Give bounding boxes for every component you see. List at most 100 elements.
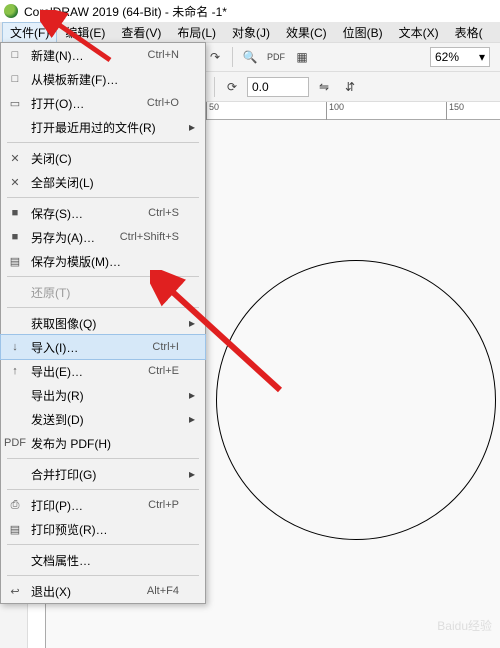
- menu-object[interactable]: 对象(J): [224, 22, 278, 43]
- separator: [232, 47, 233, 67]
- menu-item-label: 新建(N)…: [31, 47, 140, 64]
- watermark: Baidu经验: [372, 610, 492, 640]
- menu-item-icon: ▤: [7, 253, 23, 269]
- menu-item-shortcut: Ctrl+O: [147, 97, 179, 109]
- menu-item-icon: ■: [7, 229, 23, 245]
- menu-item-label: 保存(S)…: [31, 205, 140, 222]
- menu-item-label: 全部关闭(L): [31, 174, 171, 191]
- menu-item-label: 打印预览(R)…: [31, 521, 171, 538]
- redo-button[interactable]: ↷: [204, 46, 226, 68]
- grid-button[interactable]: ▦: [291, 46, 313, 68]
- menu-item-icon: ✕: [7, 174, 23, 190]
- mirror-v-icon[interactable]: ⇵: [339, 76, 361, 98]
- zoom-value: 62%: [435, 50, 459, 64]
- menu-item[interactable]: ▤ 打印预览(R)…: [1, 517, 205, 541]
- menu-item-shortcut: Ctrl+P: [148, 499, 179, 511]
- menu-item-icon: [7, 466, 23, 482]
- submenu-arrow-icon: ▸: [187, 467, 195, 481]
- menu-item[interactable]: PDF 发布为 PDF(H): [1, 431, 205, 455]
- menu-item-shortcut: Ctrl+S: [148, 207, 179, 219]
- menu-item-icon: [7, 387, 23, 403]
- menu-item-icon: [7, 284, 23, 300]
- submenu-arrow-icon: ▸: [187, 412, 195, 426]
- menu-item-icon: PDF: [7, 435, 23, 451]
- menu-item[interactable]: ↑导出(E)…Ctrl+E: [1, 359, 205, 383]
- angle-field[interactable]: 0.0: [247, 77, 309, 97]
- menu-item[interactable]: ▤保存为模版(M)…: [1, 249, 205, 273]
- menu-item-label: 另存为(A)…: [31, 229, 112, 246]
- menu-edit[interactable]: 编辑(E): [57, 22, 113, 43]
- menu-item-label: 导入(I)…: [31, 339, 144, 356]
- menu-item-icon: [7, 119, 23, 135]
- menu-item[interactable]: 文档属性…: [1, 548, 205, 572]
- menu-item-icon: ↩: [7, 583, 23, 599]
- separator: [214, 77, 215, 97]
- menu-item[interactable]: □ 新建(N)… Ctrl+N: [1, 43, 205, 67]
- menu-text[interactable]: 文本(X): [391, 22, 447, 43]
- menu-item-icon: ↑: [7, 363, 23, 379]
- menu-item-icon: [7, 552, 23, 568]
- menu-item-label: 获取图像(Q): [31, 315, 171, 332]
- menu-item-label: 还原(T): [31, 284, 171, 301]
- menu-item-label: 导出(E)…: [31, 363, 140, 380]
- menu-effect[interactable]: 效果(C): [278, 22, 335, 43]
- menu-item[interactable]: ▭ 打开(O)… Ctrl+O: [1, 91, 205, 115]
- zoom-combo[interactable]: 62% ▾: [430, 47, 490, 67]
- ruler-tick: 150: [446, 102, 464, 120]
- menu-item-shortcut: Ctrl+N: [148, 49, 179, 61]
- pdf-button[interactable]: PDF: [265, 46, 287, 68]
- menu-file[interactable]: 文件(F): [2, 22, 57, 43]
- menu-item-icon: □: [7, 47, 23, 63]
- menu-item-label: 打开(O)…: [31, 95, 139, 112]
- menu-bitmap[interactable]: 位图(B): [335, 22, 391, 43]
- menu-item-shortcut: Alt+F4: [147, 585, 179, 597]
- menu-item-icon: □: [7, 71, 23, 87]
- menu-item-shortcut: Ctrl+I: [152, 341, 179, 353]
- menu-table[interactable]: 表格(: [447, 22, 491, 43]
- rotate-icon[interactable]: ⟳: [221, 76, 243, 98]
- chevron-down-icon: ▾: [479, 50, 485, 64]
- menu-item-icon: ↓: [7, 339, 23, 355]
- menu-item[interactable]: 获取图像(Q) ▸: [1, 311, 205, 335]
- mirror-h-icon[interactable]: ⇋: [313, 76, 335, 98]
- menu-item[interactable]: ↓ 导入(I)… Ctrl+I: [1, 335, 205, 359]
- menu-item-icon: ✕: [7, 150, 23, 166]
- menu-item-icon: ▤: [7, 521, 23, 537]
- menu-item[interactable]: 还原(T): [1, 280, 205, 304]
- app-logo-icon: [4, 4, 18, 18]
- menu-item[interactable]: 发送到(D)▸: [1, 407, 205, 431]
- menu-layout[interactable]: 布局(L): [169, 22, 224, 43]
- menu-item[interactable]: ■ 保存(S)… Ctrl+S: [1, 201, 205, 225]
- menu-item-icon: [7, 411, 23, 427]
- menu-item[interactable]: 导出为(R)▸: [1, 383, 205, 407]
- ellipse-object[interactable]: [216, 260, 496, 540]
- menu-item-icon: ⎙: [7, 497, 23, 513]
- menu-item[interactable]: ↩退出(X)Alt+F4: [1, 579, 205, 603]
- menu-item-label: 导出为(R): [31, 387, 171, 404]
- submenu-arrow-icon: ▸: [187, 316, 195, 330]
- menu-item[interactable]: □ 从模板新建(F)…: [1, 67, 205, 91]
- window-title: CorelDRAW 2019 (64-Bit) - 未命名 -1*: [24, 3, 227, 20]
- titlebar: CorelDRAW 2019 (64-Bit) - 未命名 -1*: [0, 0, 500, 22]
- menu-item-label: 文档属性…: [31, 552, 171, 569]
- ruler-tick: 100: [326, 102, 344, 120]
- menu-item[interactable]: 合并打印(G)▸: [1, 462, 205, 486]
- menu-item-label: 从模板新建(F)…: [31, 71, 171, 88]
- menu-item[interactable]: ■ 另存为(A)… Ctrl+Shift+S: [1, 225, 205, 249]
- menu-item[interactable]: ⎙ 打印(P)… Ctrl+P: [1, 493, 205, 517]
- ruler-tick: 50: [206, 102, 219, 120]
- menu-item[interactable]: 打开最近用过的文件(R) ▸: [1, 115, 205, 139]
- menu-item-label: 发布为 PDF(H): [31, 435, 171, 452]
- menu-item-label: 打印(P)…: [31, 497, 140, 514]
- search-button[interactable]: 🔍: [239, 46, 261, 68]
- file-menu-dropdown: □ 新建(N)… Ctrl+N □ 从模板新建(F)… ▭ 打开(O)… Ctrl+O 打开最近…: [0, 42, 206, 604]
- menu-item-label: 打开最近用过的文件(R): [31, 119, 171, 136]
- submenu-arrow-icon: ▸: [187, 120, 195, 134]
- menu-item-icon: ▭: [7, 95, 23, 111]
- menu-item-shortcut: Ctrl+Shift+S: [120, 231, 179, 243]
- menu-item[interactable]: ✕ 关闭(C): [1, 146, 205, 170]
- menu-item-icon: ■: [7, 205, 23, 221]
- menu-item[interactable]: ✕ 全部关闭(L): [1, 170, 205, 194]
- menu-view[interactable]: 查看(V): [113, 22, 169, 43]
- menu-item-label: 关闭(C): [31, 150, 171, 167]
